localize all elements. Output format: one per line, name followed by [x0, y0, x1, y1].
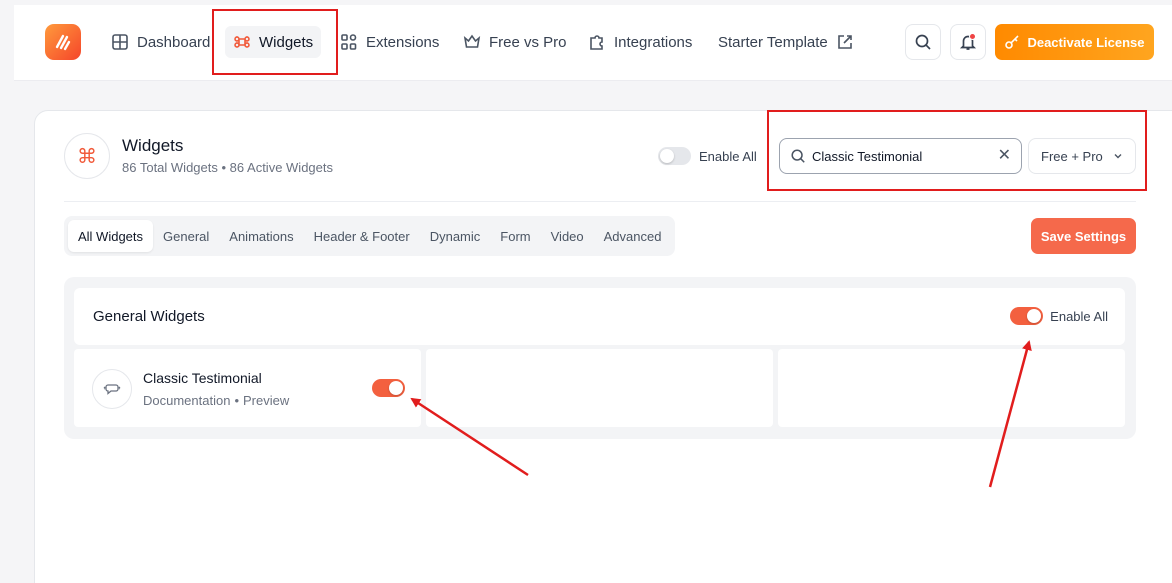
notification-dot — [969, 33, 976, 40]
widget-enable-toggle[interactable] — [372, 379, 405, 397]
empty-widget-slot — [426, 349, 773, 427]
puzzle-icon — [590, 35, 603, 50]
nav-integrations[interactable]: Integrations — [580, 26, 700, 58]
extensions-icon — [341, 34, 357, 50]
tab-header-footer[interactable]: Header & Footer — [304, 220, 420, 252]
nav-starter-template[interactable]: Starter Template — [710, 26, 862, 58]
enable-all-global-label: Enable All — [699, 148, 757, 164]
save-settings-button[interactable]: Save Settings — [1031, 218, 1136, 254]
section-title: General Widgets — [93, 308, 205, 325]
logo-icon — [55, 34, 71, 51]
nav-starter-template-label: Starter Template — [718, 33, 828, 51]
nav-dashboard-label: Dashboard — [137, 33, 211, 51]
key-icon — [1005, 35, 1020, 49]
tab-advanced[interactable]: Advanced — [594, 220, 672, 252]
enable-all-global: Enable All — [658, 147, 757, 165]
deactivate-license-button[interactable]: Deactivate License — [995, 24, 1154, 60]
external-link-icon — [837, 35, 852, 49]
enable-all-section-label: Enable All — [1050, 308, 1108, 324]
nav-extensions[interactable]: Extensions — [332, 26, 447, 58]
top-navigation: Dashboard Widgets Extensions Free vs Pro… — [14, 5, 1172, 81]
empty-widget-slot — [778, 349, 1125, 427]
general-widgets-section: General Widgets Enable All Classic Testi… — [64, 277, 1136, 439]
nav-integrations-label: Integrations — [614, 33, 693, 51]
header-divider — [64, 201, 1136, 202]
widget-name: Classic Testimonial — [143, 370, 262, 386]
enable-all-section-toggle[interactable] — [1010, 307, 1044, 325]
search-button[interactable] — [905, 24, 941, 60]
annotation-box-widgets-tab — [212, 9, 338, 75]
tab-animations[interactable]: Animations — [219, 220, 303, 252]
grid-icon — [112, 34, 128, 50]
tab-form[interactable]: Form — [490, 220, 540, 252]
category-tabs: All Widgets General Animations Header & … — [64, 216, 676, 256]
nav-extensions-label: Extensions — [366, 33, 440, 51]
search-icon — [915, 34, 931, 50]
active-widgets-count: 86 Active Widgets — [229, 160, 333, 175]
enable-all-section: Enable All — [1010, 307, 1108, 325]
annotation-box-search — [767, 110, 1147, 191]
count-separator: • — [221, 160, 230, 175]
enable-all-global-toggle[interactable] — [658, 147, 691, 165]
page-title: Widgets — [122, 136, 184, 155]
widgets-command-icon: ⌘ — [64, 133, 110, 179]
tab-dynamic[interactable]: Dynamic — [420, 220, 491, 252]
deactivate-license-label: Deactivate License — [1027, 34, 1145, 50]
app-logo[interactable] — [45, 24, 81, 60]
tab-video[interactable]: Video — [541, 220, 594, 252]
widget-counts: 86 Total Widgets • 86 Active Widgets — [122, 160, 333, 175]
total-widgets-count: 86 Total Widgets — [122, 160, 218, 175]
crown-icon — [463, 34, 481, 48]
notifications-button[interactable] — [950, 24, 986, 60]
testimonial-icon — [92, 369, 132, 409]
preview-link[interactable]: Preview — [243, 393, 289, 408]
tab-all-widgets[interactable]: All Widgets — [68, 220, 154, 252]
link-separator: • — [234, 393, 240, 408]
widget-links: Documentation • Preview — [143, 393, 289, 408]
documentation-link[interactable]: Documentation — [143, 393, 230, 408]
nav-free-vs-pro[interactable]: Free vs Pro — [455, 26, 575, 58]
nav-free-vs-pro-label: Free vs Pro — [489, 33, 567, 51]
nav-dashboard[interactable]: Dashboard — [103, 26, 218, 58]
section-header: General Widgets Enable All — [74, 288, 1125, 345]
tab-general[interactable]: General — [153, 220, 219, 252]
widget-card: Classic Testimonial Documentation • Prev… — [74, 349, 421, 427]
